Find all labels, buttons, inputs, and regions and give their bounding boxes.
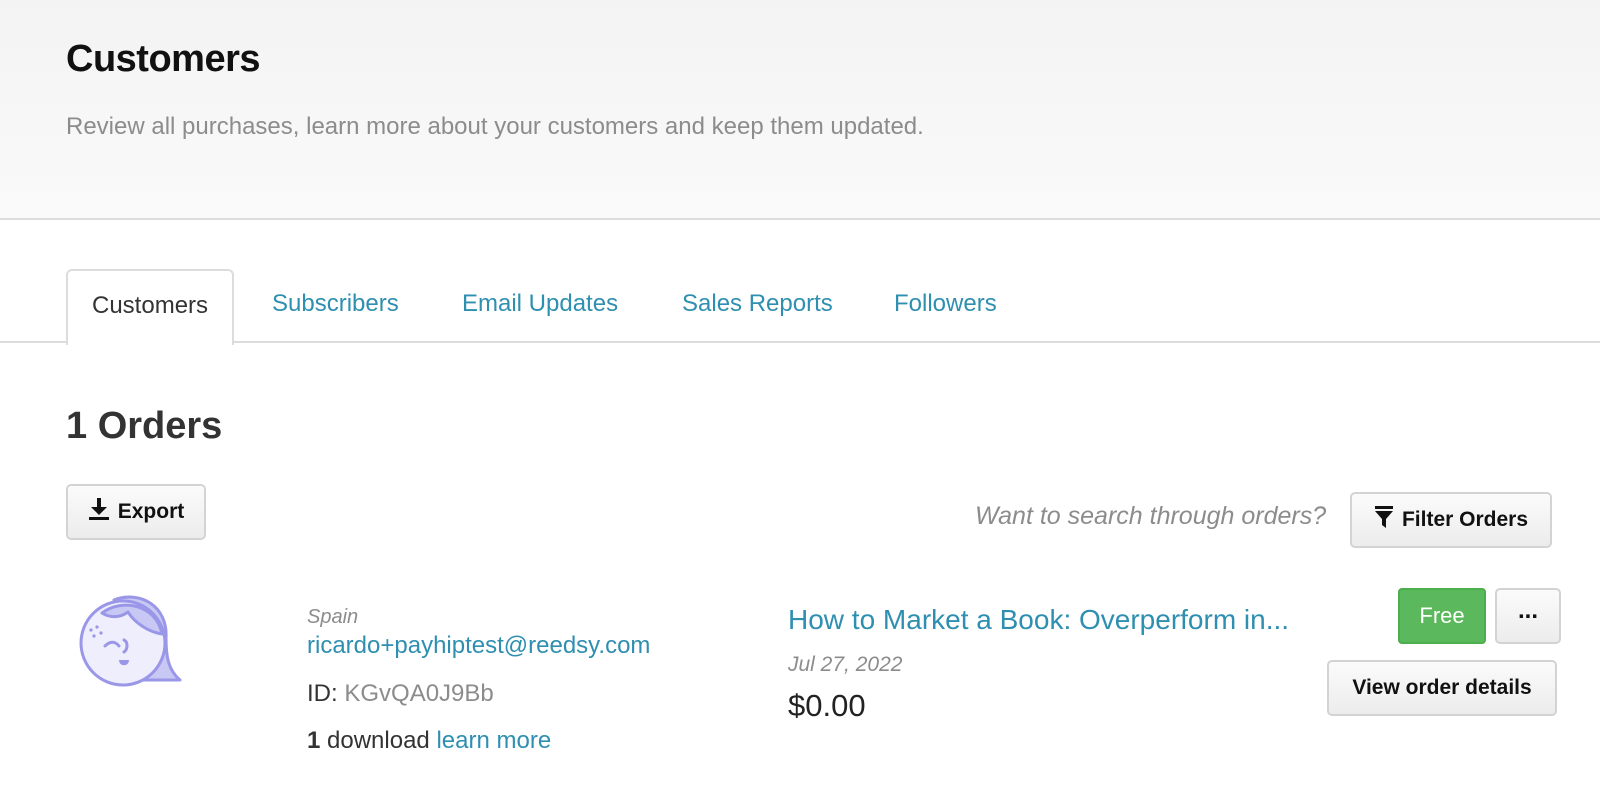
order-id: ID: KGvQA0J9Bb [307, 680, 494, 708]
tab-followers[interactable]: Followers [894, 269, 997, 343]
customer-avatar-icon [78, 592, 182, 688]
tab-customers[interactable]: Customers [66, 269, 235, 345]
status-badge: Free [1398, 588, 1486, 644]
page-title: Customers [66, 38, 261, 80]
orders-count: 1 Orders [66, 405, 223, 447]
page-subtitle: Review all purchases, learn more about y… [66, 113, 924, 140]
order-id-label: ID: [307, 680, 338, 707]
tab-email-updates[interactable]: Email Updates [462, 269, 618, 343]
tab-bar: Customers Subscribers Email Updates Sale… [0, 269, 1600, 345]
tab-sales-reports[interactable]: Sales Reports [682, 269, 833, 343]
order-id-value: KGvQA0J9Bb [344, 680, 494, 707]
order-date: Jul 27, 2022 [788, 653, 903, 676]
export-button[interactable]: Export [66, 484, 206, 540]
filter-icon [1374, 505, 1394, 535]
customer-country: Spain [307, 606, 359, 628]
download-label: download [327, 727, 430, 754]
product-link[interactable]: How to Market a Book: Overperform in... [788, 604, 1289, 636]
page-header: Customers Review all purchases, learn mo… [0, 0, 1600, 220]
order-price: $0.00 [788, 688, 866, 723]
export-label: Export [117, 500, 185, 523]
download-count: 1 [307, 727, 321, 754]
learn-more-link[interactable]: learn more [436, 727, 551, 754]
download-info: 1 download learn more [307, 727, 551, 755]
view-order-details-button[interactable]: View order details [1327, 660, 1557, 716]
customer-email-link[interactable]: ricardo+payhiptest@reedsy.com [307, 632, 650, 660]
filter-orders-label: Filter Orders [1401, 508, 1529, 531]
tab-subscribers[interactable]: Subscribers [272, 269, 399, 343]
download-icon [88, 497, 110, 527]
more-options-button[interactable]: ... [1495, 588, 1561, 644]
filter-orders-button[interactable]: Filter Orders [1350, 492, 1552, 548]
search-hint: Want to search through orders? [975, 502, 1327, 530]
